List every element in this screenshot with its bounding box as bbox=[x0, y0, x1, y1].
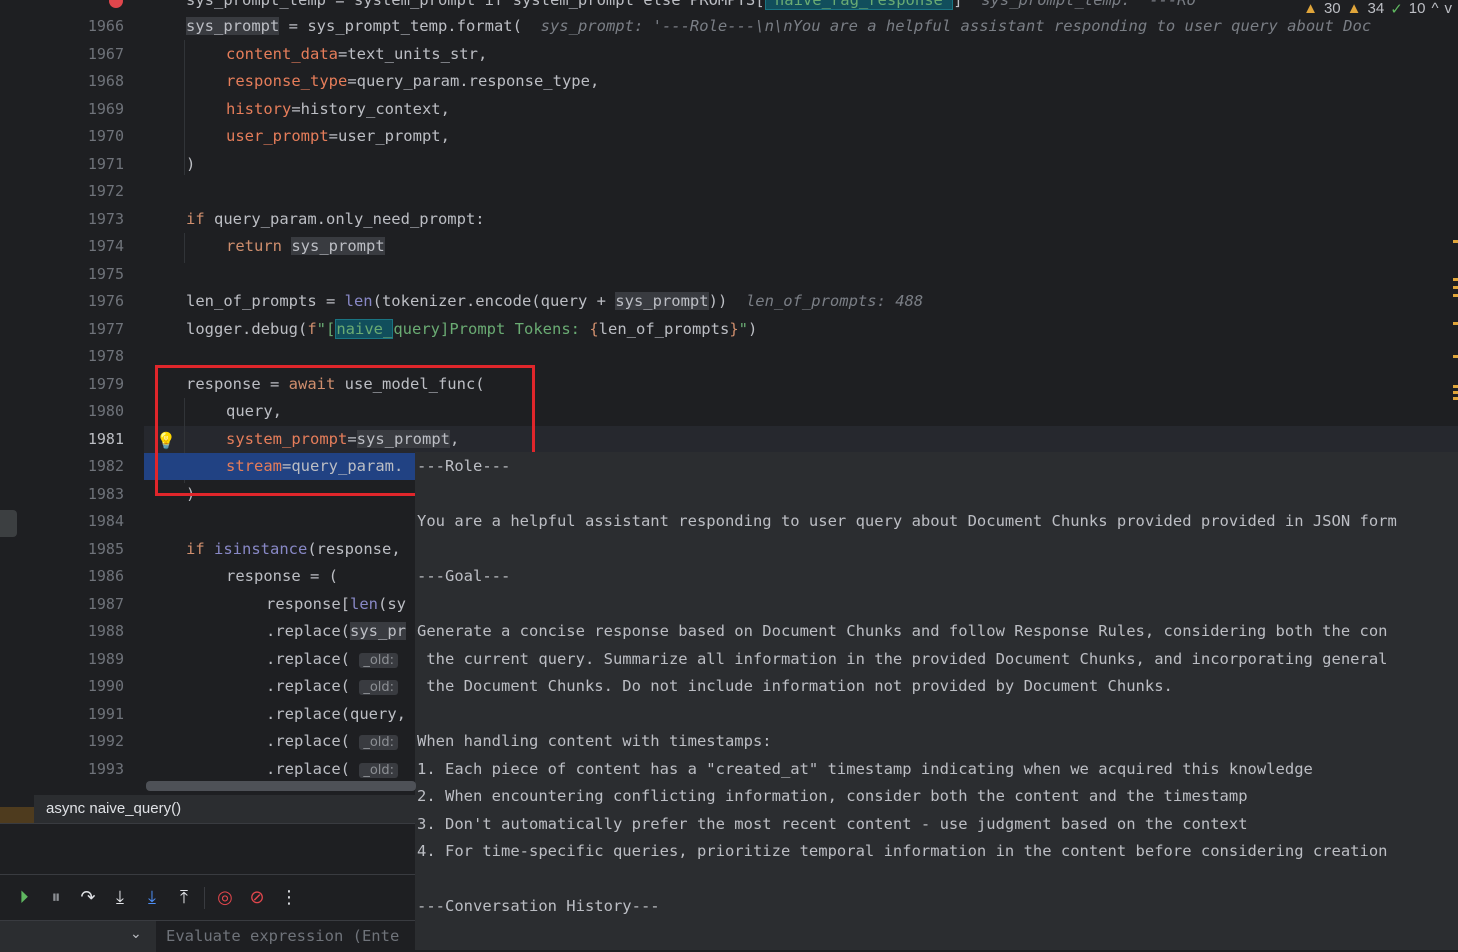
code-line-1976: len_of_prompts = len(tokenizer.encode(qu… bbox=[186, 292, 924, 310]
line-number[interactable]: 1969 bbox=[34, 96, 124, 123]
tooltip-text-line: ---Conversation History--- bbox=[417, 897, 660, 915]
line-number[interactable]: 1990 bbox=[34, 673, 124, 700]
chevron-down-icon[interactable]: v bbox=[1445, 0, 1453, 17]
horizontal-scrollbar[interactable] bbox=[146, 781, 416, 791]
line-number-gutter: 1966 1967 1968 1969 1970 1971 1972 1973 1974 1975… bbox=[34, 0, 144, 795]
line-number[interactable]: 1973 bbox=[34, 206, 124, 233]
code-line-1990: .replace( _old: bbox=[266, 673, 399, 701]
code-line-1974: return sys_prompt bbox=[226, 237, 385, 255]
code-line-1966: sys_prompt = sys_prompt_temp.format( sys… bbox=[186, 17, 1372, 35]
tooltip-text-line: Generate a concise response based on Doc… bbox=[417, 622, 1388, 640]
weak-warning-icon: ▲ bbox=[1346, 0, 1362, 17]
tooltip-text-line: 3. Don't automatically prefer the most r… bbox=[417, 814, 1248, 833]
line-number[interactable]: 1974 bbox=[34, 233, 124, 260]
line-number[interactable]: 1981 bbox=[34, 426, 124, 453]
tooltip-text-line: ---Role--- bbox=[417, 457, 511, 475]
code-line-1986: response = ( bbox=[226, 567, 338, 585]
indent-guide bbox=[184, 40, 185, 175]
more-options-icon[interactable]: ⋮ bbox=[273, 882, 305, 914]
line-number[interactable]: 1984 bbox=[34, 508, 124, 535]
toolbar-divider bbox=[204, 886, 205, 909]
evaluate-row: ⌄ Evaluate expression (Ente bbox=[0, 920, 415, 952]
breadcrumb[interactable]: async naive_query() bbox=[34, 795, 415, 823]
step-into-icon[interactable]: ⤓ bbox=[104, 882, 136, 914]
warning-icon: ▲ bbox=[1303, 0, 1318, 17]
tool-window-tab[interactable] bbox=[0, 510, 17, 537]
code-line-1993: .replace( _old: bbox=[266, 756, 399, 784]
resume-program-icon[interactable]: ⏵ bbox=[8, 882, 40, 914]
tooltip-text-line: ---Goal--- bbox=[417, 567, 511, 585]
code-line: sys_prompt_temp = system_prompt if syste… bbox=[186, 0, 1196, 14]
line-number[interactable]: 1966 bbox=[34, 13, 124, 40]
inspection-widget[interactable]: ▲ 30 ▲ 34 ✓ 10 ^ v bbox=[1299, 0, 1453, 18]
line-number[interactable]: 1986 bbox=[34, 563, 124, 590]
code-line-1977: logger.debug(f"[naive_query]Prompt Token… bbox=[186, 319, 758, 339]
line-number[interactable]: 1992 bbox=[34, 728, 124, 755]
code-line-1987: response[len(sy bbox=[266, 595, 406, 613]
debug-panel: ⏵ ⏸ ↷ ⤓ ⤓ ⤒ ◎ ⊘ ⋮ ⌄ Evaluate expression … bbox=[0, 823, 415, 952]
line-number[interactable]: 1983 bbox=[34, 481, 124, 508]
line-number[interactable]: 1989 bbox=[34, 646, 124, 673]
step-over-icon[interactable]: ↷ bbox=[72, 882, 104, 914]
warning-count: 30 bbox=[1323, 0, 1341, 17]
tooltip-text-line: 1. Each piece of content has a "created_… bbox=[417, 759, 1313, 778]
code-line-1988: .replace(sys_pr bbox=[266, 622, 406, 640]
line-number[interactable]: 1980 bbox=[34, 398, 124, 425]
line-number[interactable]: 1970 bbox=[34, 123, 124, 150]
step-into-my-code-icon[interactable]: ⤓ bbox=[136, 882, 168, 914]
view-breakpoints-icon[interactable]: ◎ bbox=[209, 882, 241, 914]
tooltip-text-line: the current query. Summarize all informa… bbox=[417, 649, 1388, 668]
ok-count: 10 bbox=[1408, 0, 1426, 17]
code-line-1989: .replace( _old: bbox=[266, 646, 399, 674]
check-icon: ✓ bbox=[1390, 1, 1403, 18]
evaluate-expression-input[interactable]: Evaluate expression (Ente bbox=[156, 921, 415, 952]
line-number[interactable]: 1979 bbox=[34, 371, 124, 398]
line-number[interactable]: 1993 bbox=[34, 756, 124, 783]
weak-warning-count: 34 bbox=[1367, 0, 1385, 17]
line-number[interactable]: 1968 bbox=[34, 68, 124, 95]
line-number[interactable]: 1988 bbox=[34, 618, 124, 645]
code-line-1967: content_data=text_units_str, bbox=[226, 45, 488, 63]
mute-breakpoints-icon[interactable]: ⊘ bbox=[241, 882, 273, 914]
code-line-1971: ) bbox=[186, 155, 196, 173]
pause-program-icon[interactable]: ⏸ bbox=[40, 882, 72, 914]
code-line-1968: response_type=query_param.response_type, bbox=[226, 72, 600, 90]
line-number[interactable]: 1972 bbox=[34, 178, 124, 205]
breakpoint-icon[interactable] bbox=[109, 0, 123, 8]
line-number[interactable]: 1985 bbox=[34, 536, 124, 563]
line-number[interactable]: 1977 bbox=[34, 316, 124, 343]
left-tool-strip bbox=[0, 0, 35, 820]
tooltip-text-line: 4. For time-specific queries, prioritize… bbox=[417, 842, 1388, 860]
line-number[interactable]: 1982 bbox=[34, 453, 124, 480]
line-number[interactable]: 1975 bbox=[34, 261, 124, 288]
tooltip-text-line: When handling content with timestamps: bbox=[417, 732, 772, 750]
code-line-1973: if query_param.only_need_prompt: bbox=[186, 210, 485, 228]
breadcrumb-gutter-marker bbox=[0, 807, 34, 823]
line-number[interactable]: 1987 bbox=[34, 591, 124, 618]
code-line-1991: .replace(query, bbox=[266, 705, 406, 723]
code-line-1969: history=history_context, bbox=[226, 100, 450, 118]
line-number[interactable]: 1971 bbox=[34, 151, 124, 178]
debug-toolbar: ⏵ ⏸ ↷ ⤓ ⤓ ⤒ ◎ ⊘ ⋮ bbox=[0, 874, 415, 920]
code-line-1970: user_prompt=user_prompt, bbox=[226, 127, 450, 145]
line-number[interactable]: 1967 bbox=[34, 41, 124, 68]
line-number[interactable]: 1976 bbox=[34, 288, 124, 315]
step-out-icon[interactable]: ⤒ bbox=[168, 882, 200, 914]
line-number[interactable]: 1991 bbox=[34, 701, 124, 728]
tooltip-text-line: the Document Chunks. Do not include info… bbox=[417, 677, 1173, 695]
tooltip-text-line: You are a helpful assistant responding t… bbox=[417, 512, 1397, 530]
code-line-1992: .replace( _old: bbox=[266, 728, 399, 756]
chevron-up-icon[interactable]: ^ bbox=[1431, 0, 1438, 17]
indent-guide bbox=[184, 233, 185, 263]
value-tooltip-popup: ---Role--- You are a helpful assistant re… bbox=[415, 452, 1458, 950]
line-number[interactable]: 1978 bbox=[34, 343, 124, 370]
tooltip-text-line: 2. When encountering conflicting informa… bbox=[417, 787, 1248, 805]
chevron-down-icon[interactable]: ⌄ bbox=[130, 926, 142, 942]
code-line-1985: if isinstance(response, bbox=[186, 540, 401, 558]
